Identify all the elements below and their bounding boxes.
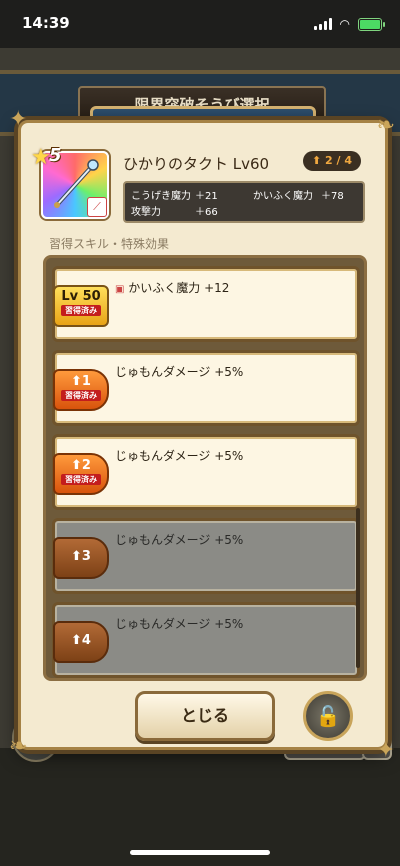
skill-effect: かいふく魔力 +12 (128, 281, 230, 295)
skill-card: Lv 50 習得済み ▣ かいふく魔力 +12 (52, 266, 360, 342)
skill-effect: じゅもんダメージ +5% (115, 365, 244, 379)
corner-ornament-icon: ❧ (376, 113, 395, 138)
lock-button[interactable]: 🔓 (303, 691, 353, 741)
home-indicator (130, 850, 270, 855)
limit-level: ⬆1 (71, 374, 91, 389)
scrollbar[interactable] (356, 508, 360, 668)
up-arrow-icon: ⬆ (311, 154, 322, 167)
detail-modal: ✦ ❧ ❧ ✦ ★ 5 ⟋ ひかりのタクト Lv60 ⬆ 2 / 4 こうげき魔… (9, 107, 395, 763)
skill-card: ⬆1 習得済み じゅもんダメージ +5% (52, 350, 360, 426)
skill-card-locked: ⬆3 じゅもんダメージ +5% (52, 518, 360, 594)
item-stats: こうげき魔力 ＋21 かいふく魔力 ＋78 攻撃力 ＋66 (123, 181, 365, 223)
skill-text: ▣ かいふく魔力 +12 (115, 279, 229, 296)
stat-label: かいふく魔力 (253, 191, 313, 202)
limit-break-badge: ⬆ 2 / 4 (303, 151, 361, 171)
stat-label: 攻撃力 (131, 207, 161, 218)
skill-effect: じゅもんダメージ +5% (115, 617, 244, 631)
level-badge: Lv 50 習得済み (53, 285, 109, 327)
skill-list[interactable]: Lv 50 習得済み ▣ かいふく魔力 +12 ⬆1 習得済み じゅもんダメージ… (43, 255, 367, 681)
skill-card: ⬆2 習得済み じゅもんダメージ +5% (52, 434, 360, 510)
limit-break-count: 2 / 4 (325, 154, 353, 167)
close-button[interactable]: とじる (135, 691, 275, 741)
status-time: 14:39 (22, 14, 70, 32)
battery-icon (358, 17, 385, 31)
limit-break-badge: ⬆2 習得済み (53, 453, 109, 495)
limit-break-badge: ⬆4 (53, 621, 109, 663)
corner-ornament-icon: ✦ (376, 738, 395, 763)
limit-break-badge: ⬆1 習得済み (53, 369, 109, 411)
limit-break-badge: ⬆3 (53, 537, 109, 579)
rarity-star-icon: ★ (31, 145, 51, 170)
status-icons: ◠ (313, 17, 385, 31)
skill-effect: じゅもんダメージ +5% (115, 449, 244, 463)
level-label: Lv 50 (61, 289, 101, 304)
limit-level: ⬆3 (71, 549, 91, 564)
skill-type-icon: ▣ (115, 284, 125, 295)
wifi-icon: ◠ (339, 17, 350, 31)
corner-ornament-icon: ❧ (9, 734, 28, 759)
weapon-type-icon: ⟋ (87, 197, 107, 217)
stat-label: こうげき魔力 (131, 191, 191, 202)
skill-effect: じゅもんダメージ +5% (115, 533, 244, 547)
lock-icon: 🔓 (315, 704, 341, 728)
rarity-stars: 5 (49, 145, 62, 166)
item-name: ひかりのタクト Lv60 (123, 155, 270, 173)
corner-ornament-icon: ✦ (9, 107, 28, 132)
stat-value: ＋21 (195, 191, 218, 202)
section-label: 習得スキル・特殊効果 (49, 237, 170, 251)
learned-tag: 習得済み (61, 390, 101, 401)
signal-icon (313, 18, 332, 30)
learned-tag: 習得済み (61, 474, 101, 485)
learned-tag: 習得済み (61, 305, 101, 316)
stat-value: ＋78 (321, 191, 344, 202)
stat-value: ＋66 (195, 207, 218, 218)
status-bar: 14:39 ◠ (0, 0, 400, 48)
limit-level: ⬆4 (71, 633, 91, 648)
skill-card-locked: ⬆4 じゅもんダメージ +5% (52, 602, 360, 678)
limit-level: ⬆2 (71, 458, 91, 473)
background-bottom-bar (0, 748, 400, 866)
